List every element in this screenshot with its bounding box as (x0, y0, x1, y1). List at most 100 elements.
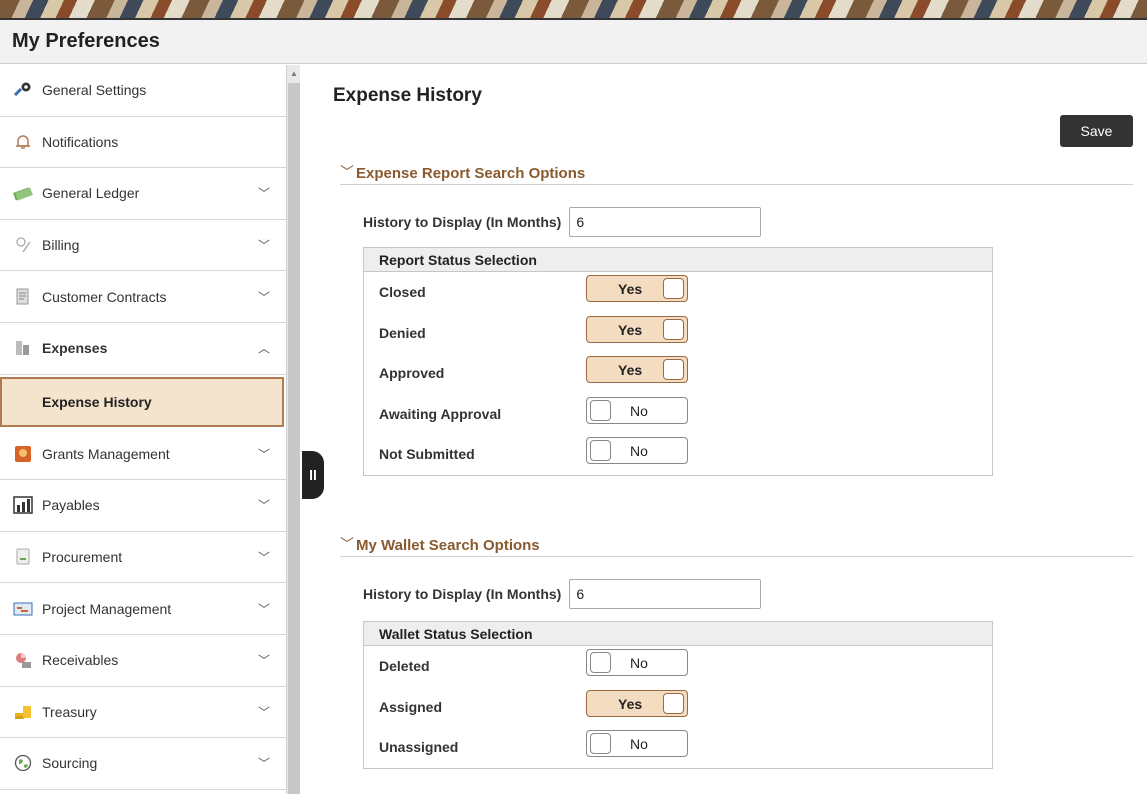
sidebar-item-sourcing[interactable]: Sourcing ﹀ (0, 738, 286, 790)
wallet-history-input[interactable] (569, 579, 762, 609)
bell-icon (12, 131, 34, 153)
section-title: My Wallet Search Options (356, 537, 540, 554)
sidebar-item-label: General Ledger (42, 185, 140, 202)
sidebar-item-label: General Settings (42, 82, 147, 99)
wallet-section-header[interactable]: ﹀ My Wallet Search Options (340, 535, 1133, 557)
status-row-unassigned: Unassigned No (364, 727, 992, 768)
status-label: Awaiting Approval (379, 405, 502, 422)
chevron-down-icon[interactable]: ﹀ (258, 185, 270, 202)
chevron-down-icon[interactable]: ﹀ (258, 445, 270, 462)
content-title: Expense History (333, 85, 482, 106)
deleted-toggle[interactable]: No (586, 649, 688, 676)
sidebar-item-label: Sourcing (42, 755, 98, 772)
sidebar-item-customer-contracts[interactable]: Customer Contracts ﹀ (0, 271, 286, 323)
toggle-value: Yes (618, 362, 643, 378)
treasury-icon (12, 701, 34, 723)
unassigned-toggle[interactable]: No (586, 730, 688, 757)
history-label: History to Display (In Months) (363, 214, 562, 230)
sidebar-item-label: Project Management (42, 600, 172, 617)
sidebar-item-label: Procurement (42, 549, 123, 566)
chevron-down-icon[interactable]: ﹀ (258, 237, 270, 254)
status-label: Denied (379, 324, 426, 341)
approved-toggle[interactable]: Yes (586, 356, 688, 383)
group-title: Report Status Selection (364, 248, 992, 272)
toggle-value: No (630, 443, 648, 459)
billing-icon (12, 234, 34, 256)
expense-report-section-header[interactable]: ﹀ Expense Report Search Options (340, 163, 1133, 185)
chevron-down-icon[interactable]: ﹀ (258, 600, 270, 617)
header-banner (0, 0, 1147, 20)
report-history-input[interactable] (569, 207, 762, 237)
sidebar-item-expenses[interactable]: Expenses ︿ (0, 323, 286, 375)
status-row-assigned: Assigned Yes (364, 687, 992, 728)
sidebar-item-general-ledger[interactable]: General Ledger ﹀ (0, 168, 286, 220)
status-row-approved: Approved Yes (364, 353, 992, 394)
grants-icon (12, 443, 34, 465)
main-content: Expense History Save ﹀ Expense Report Sea… (300, 65, 1147, 794)
toggle-value: No (630, 402, 648, 419)
project-icon (12, 598, 34, 620)
procurement-icon (12, 546, 34, 568)
chevron-down-icon[interactable]: ﹀ (258, 288, 270, 305)
wrench-gear-icon (12, 79, 34, 101)
chevron-down-icon[interactable]: ﹀ (258, 703, 270, 720)
sidebar-item-billing[interactable]: Billing ﹀ (0, 220, 286, 272)
chevron-down-icon[interactable]: ﹀ (258, 652, 270, 669)
save-button[interactable]: Save (1060, 115, 1133, 147)
toggle-value: Yes (618, 281, 643, 297)
sidebar-item-treasury[interactable]: Treasury ﹀ (0, 687, 286, 739)
sidebar-item-label: Billing (42, 237, 80, 254)
status-label: Closed (379, 284, 426, 300)
sidebar-scrollbar[interactable]: ▲ (286, 65, 300, 794)
sidebar-item-label: Payables (42, 497, 100, 514)
chevron-down-icon[interactable]: ﹀ (258, 549, 270, 566)
scrollbar-thumb[interactable] (288, 83, 300, 794)
sidebar-item-project-management[interactable]: Project Management ﹀ (0, 583, 286, 635)
status-label: Unassigned (379, 739, 459, 755)
sidebar-item-receivables[interactable]: Receivables ﹀ (0, 635, 286, 687)
status-row-awaiting-approval: Awaiting Approval No (364, 394, 992, 435)
toggle-knob (590, 440, 611, 461)
toggle-value: No (630, 736, 648, 752)
toggle-value: Yes (618, 321, 643, 338)
chevron-down-icon[interactable]: ﹀ (258, 755, 270, 772)
toggle-value: No (630, 655, 648, 671)
scroll-up-arrow-icon[interactable]: ▲ (290, 69, 298, 78)
wallet-history-field: History to Display (In Months) (363, 579, 762, 609)
assigned-toggle[interactable]: Yes (586, 689, 688, 717)
receivables-icon (12, 649, 34, 671)
sidebar-item-procurement[interactable]: Procurement ﹀ (0, 532, 286, 584)
not-submitted-toggle[interactable]: No (586, 437, 688, 464)
status-label: Assigned (379, 698, 443, 715)
awaiting-approval-toggle[interactable]: No (586, 396, 688, 424)
contract-icon (12, 286, 34, 308)
section-title: Expense Report Search Options (356, 165, 586, 182)
expenses-icon (12, 337, 34, 359)
sidebar-item-label: Receivables (42, 652, 119, 669)
page-title: My Preferences (12, 30, 160, 52)
sidebar-subitem-expense-history[interactable]: Expense History (0, 376, 284, 427)
denied-toggle[interactable]: Yes (586, 315, 688, 343)
history-label: History to Display (In Months) (363, 586, 562, 602)
sidebar-item-notifications[interactable]: Notifications (0, 117, 286, 169)
sidebar-item-label: Customer Contracts (42, 288, 167, 305)
status-label: Deleted (379, 658, 430, 674)
globe-icon (12, 752, 34, 774)
toggle-knob (663, 318, 684, 340)
money-icon (12, 182, 34, 204)
status-row-denied: Denied Yes (364, 313, 992, 354)
status-label: Not Submitted (379, 446, 475, 462)
status-row-closed: Closed Yes (364, 272, 992, 313)
chevron-down-icon: ﹀ (340, 164, 354, 180)
sidebar-item-payables[interactable]: Payables ﹀ (0, 480, 286, 532)
report-history-field: History to Display (In Months) (363, 207, 762, 237)
chevron-up-icon[interactable]: ︿ (258, 340, 270, 357)
sidebar: General Settings Notifications General L… (0, 65, 286, 794)
chevron-down-icon[interactable]: ﹀ (258, 497, 270, 514)
toggle-value: Yes (618, 695, 643, 712)
toggle-knob (663, 692, 684, 714)
closed-toggle[interactable]: Yes (586, 275, 688, 302)
sidebar-item-general-settings[interactable]: General Settings (0, 65, 286, 117)
sidebar-item-grants-management[interactable]: Grants Management ﹀ (0, 429, 286, 481)
toggle-knob (590, 652, 611, 673)
